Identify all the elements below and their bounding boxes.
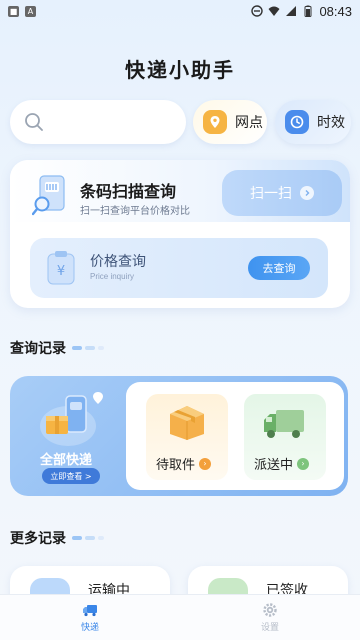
records-title-text: 查询记录 [10,341,66,357]
barcode-scan-icon [32,175,65,216]
scan-card: 条码扫描查询 扫一扫查询平台价格对比 扫一扫 ¥ 价格查询 Price inqu… [10,160,350,308]
scan-button[interactable]: 扫一扫 [222,170,342,216]
more-section-title: 更多记录 [10,528,104,548]
view-now-button[interactable]: 立即查看 > [42,468,100,484]
search-input[interactable] [10,100,186,144]
status-bar: ■ A 08:43 [0,0,360,22]
scan-subtitle: 扫一扫查询平台价格对比 [80,206,190,217]
delivering-label: 派送中 [254,458,294,473]
gear-icon [263,603,277,617]
chevron-right-icon [300,186,314,200]
delivery-truck-icon [264,410,304,438]
tab-settings[interactable]: 设置 [180,595,360,640]
records-panel: 待取件 › 派送中 › [126,382,344,490]
outlets-label: 网点 [235,115,263,131]
pending-pickup-tile[interactable]: 待取件 › [146,394,228,480]
price-tag-icon: ¥ [47,251,75,285]
location-pin-icon [203,110,227,134]
notification-icon: ■ [8,5,19,17]
outlets-button[interactable]: 网点 [193,100,267,144]
tab-settings-label: 设置 [260,623,279,633]
tab-express-label: 快递 [80,623,99,633]
tab-express[interactable]: 快递 [0,595,180,640]
more-title-text: 更多记录 [10,531,66,547]
price-query-button[interactable]: 去查询 [248,256,310,280]
price-inquiry-card: ¥ 价格查询 Price inquiry 去查询 [30,238,328,298]
status-time: 08:43 [319,3,352,19]
search-icon [25,113,43,131]
parcel-box-icon [170,406,204,440]
svg-text:¥: ¥ [57,264,65,279]
clock-icon [285,110,309,134]
timeliness-button[interactable]: 时效 [275,100,351,144]
app-a-icon: A [25,5,36,17]
title-decoration [72,346,104,350]
title-decoration [72,536,104,540]
records-section-title: 查询记录 [10,338,104,358]
records-card: 全部快递 立即查看 > 待取件 › 派送中 › [10,376,348,496]
chevron-right-icon: › [297,457,310,470]
price-title: 价格查询 [90,254,146,270]
page-title: 快递小助手 [125,58,235,82]
bottom-tab-bar: 快递 设置 [0,594,360,640]
scan-button-label: 扫一扫 [250,186,292,202]
wifi-icon [268,6,280,16]
pending-pickup-label: 待取件 [156,458,196,473]
timeliness-label: 时效 [317,115,345,131]
all-packages-label: 全部快递 [40,453,93,468]
package-phone-illustration [40,392,103,446]
scan-title: 条码扫描查询 [80,182,177,201]
price-subtitle: Price inquiry [90,272,135,281]
battery-icon [304,5,312,17]
dnd-icon [251,5,264,17]
delivering-tile[interactable]: 派送中 › [244,394,326,480]
signal-icon [286,6,297,16]
chevron-right-icon: › [199,457,212,470]
truck-icon [83,605,97,617]
